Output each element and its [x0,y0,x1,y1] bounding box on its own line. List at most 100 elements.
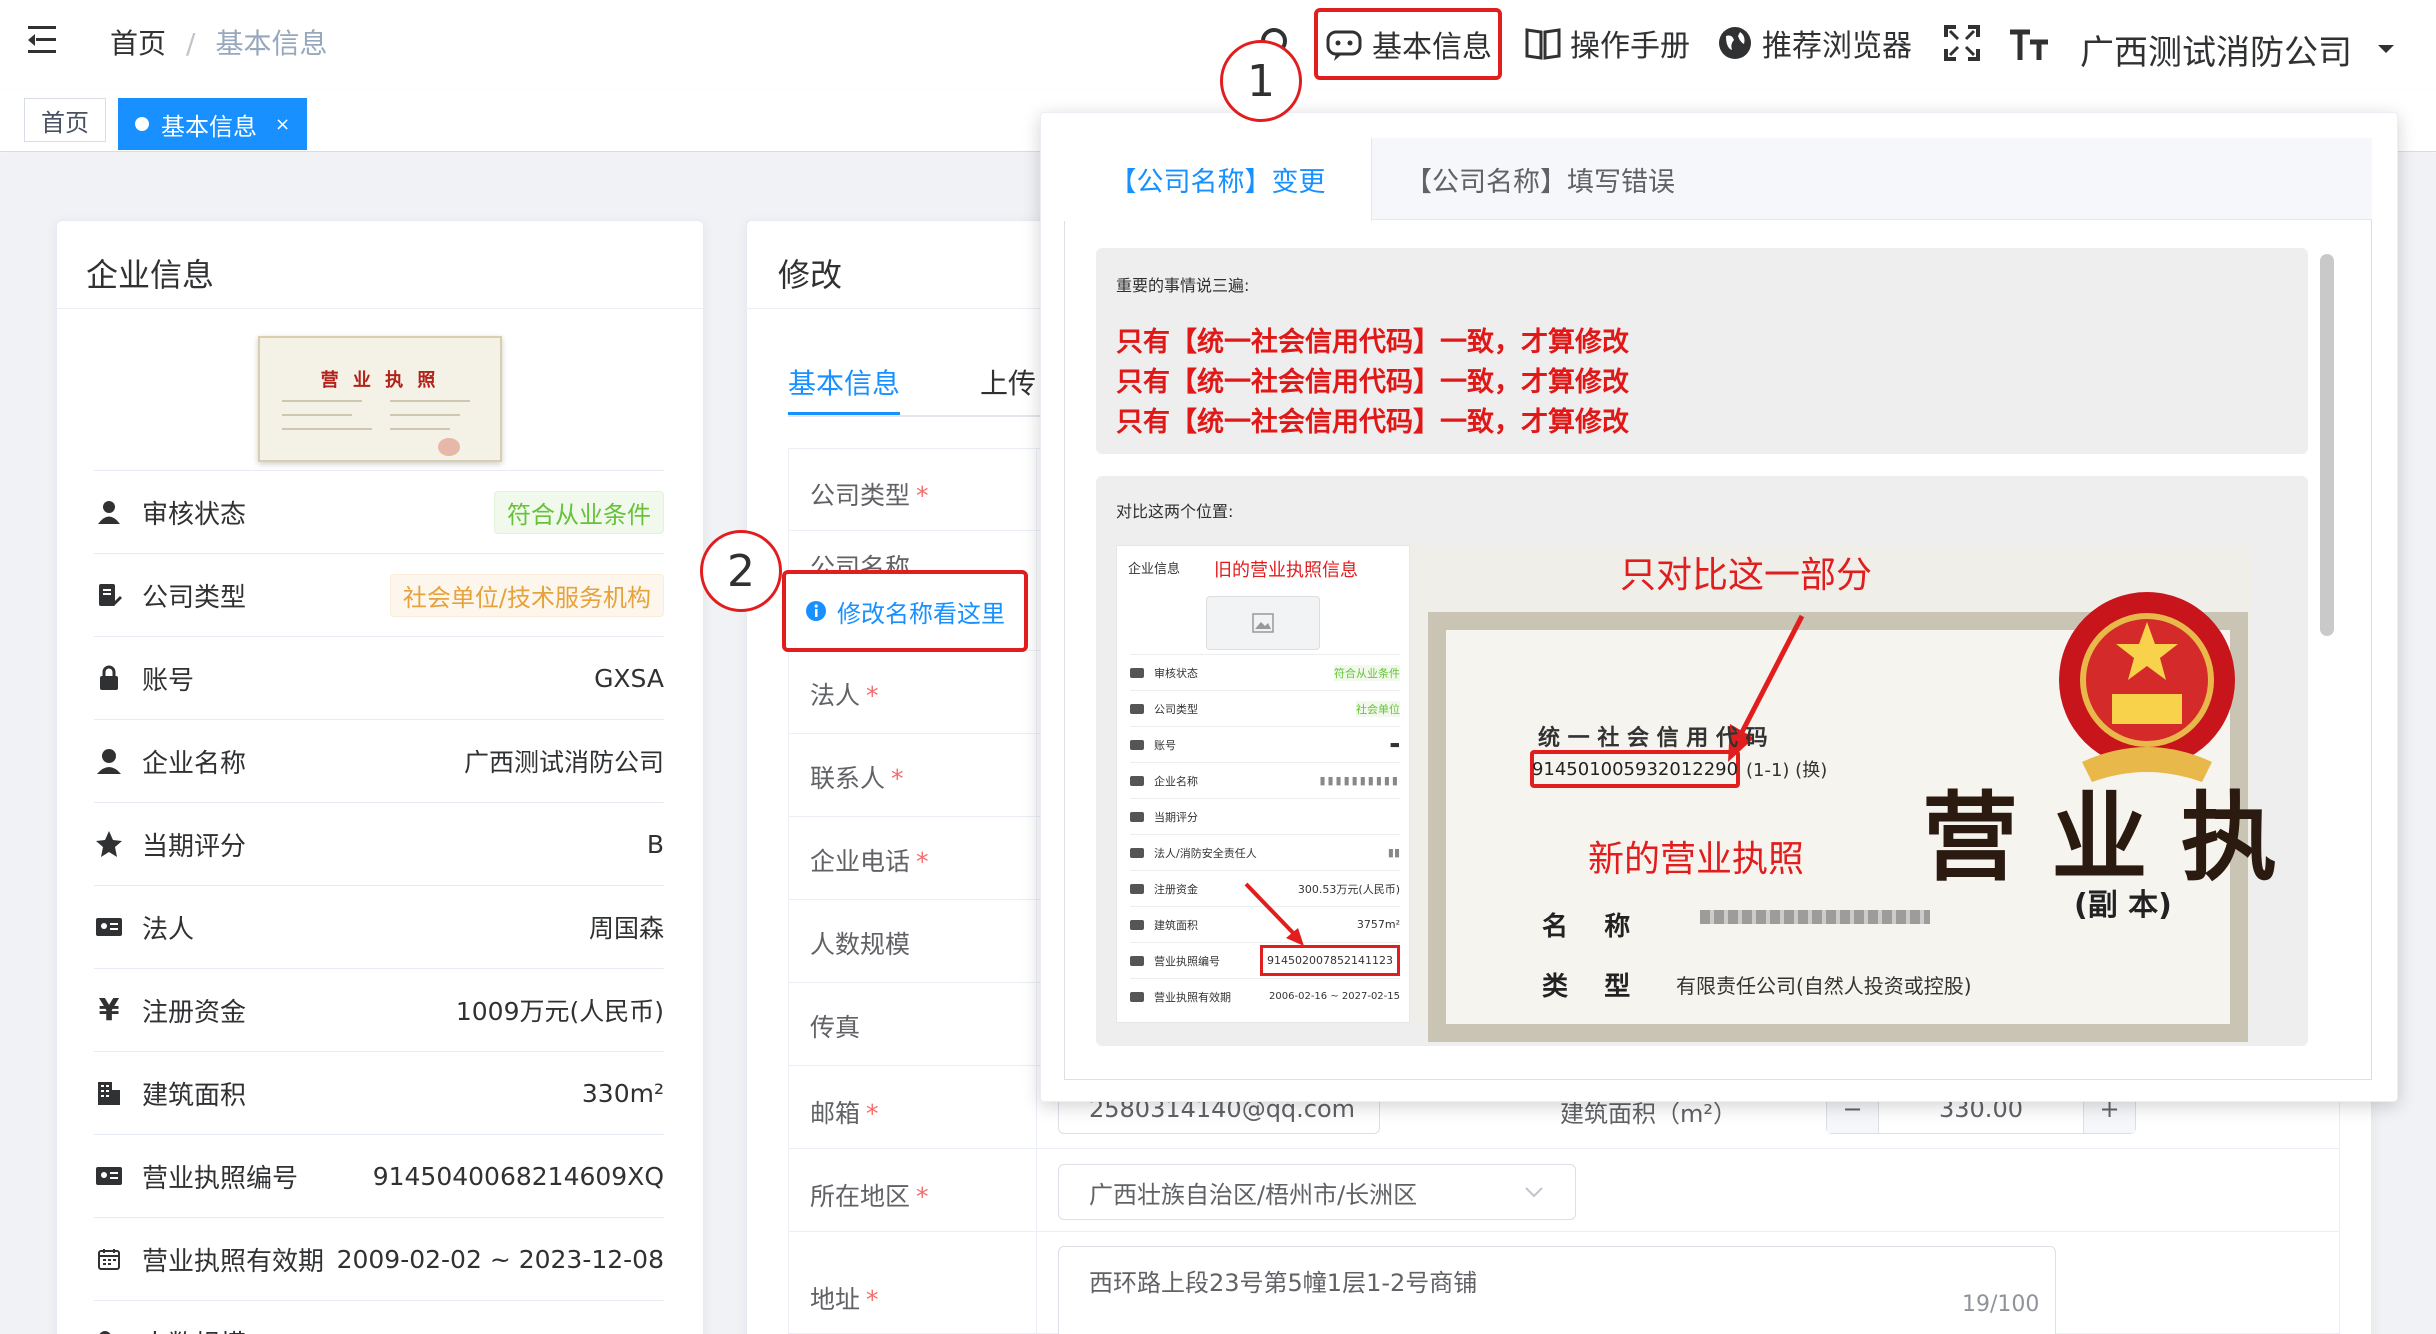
company-info-title: 企业信息 [86,256,215,294]
info-row-status: 审核状态 符合从业条件 [94,470,664,553]
rename-hint-link[interactable]: 修改名称看这里 [782,570,1028,652]
new-license-label: 新的营业执照 [1588,839,1805,880]
mini-row: 公司类型 社会单位 [1130,690,1400,726]
notice-title: 重要的事情说三遍: [1116,276,1250,295]
mini-row: 法人/消防安全责任人 ▮▮ [1130,834,1400,870]
document-edit-icon [94,580,124,610]
notice-line: 只有【统一社会信用代码】一致，才算修改 [1116,367,1629,398]
hamburger-menu-icon[interactable] [22,20,62,60]
info-value: 广西测试消防公司 [463,748,664,777]
user-icon [94,497,124,527]
notice-line: 只有【统一社会信用代码】一致，才算修改 [1116,327,1629,358]
people-icon [94,1327,124,1334]
info-row-account: 账号 GXSA [94,636,664,719]
cert-code-suffix: (1-1) (换) [1746,760,1828,781]
status-badge: 符合从业条件 [494,490,664,534]
tag-home[interactable]: 首页 [24,98,106,142]
manual-button[interactable]: 操作手册 [1524,16,1690,70]
info-label: 法人 [142,914,195,945]
cert-copy: (副 本) [2074,888,2172,923]
manual-label: 操作手册 [1570,29,1690,64]
fullscreen-icon[interactable] [1942,16,1982,70]
cert-big-title: 营 业 执 [1922,781,2277,894]
field-region: 所在地区 * [810,1182,929,1211]
info-row-capital: ¥ 注册资金 1009万元(人民币) [94,968,664,1051]
info-value: 9145040068214609XQ [372,1161,664,1191]
lock-icon [94,663,124,693]
person-icon [94,746,124,776]
info-row-type: 公司类型 社会单位/技术服务机构 [94,553,664,636]
tab-basic-info[interactable]: 基本信息 [788,362,900,402]
breadcrumb-separator: / [186,27,196,60]
breadcrumb-home[interactable]: 首页 [110,27,166,60]
field-scale: 人数规模 [810,930,911,959]
cert-type-value: 有限责任公司(自然人投资或控股) [1676,974,1972,998]
compare-title: 对比这两个位置: [1116,502,1234,521]
region-select[interactable]: 广西壮族自治区/梧州市/长洲区 [1058,1164,1576,1220]
info-label: 建筑面积 [142,1080,247,1111]
tab-upload[interactable]: 上传 [980,362,1036,402]
info-label: 注册资金 [142,997,247,1028]
cert-code: 914501005932012290 [1530,750,1740,788]
id-card-icon [94,912,124,942]
mini-row: 审核状态 符合从业条件 [1130,654,1400,690]
info-label: 审核状态 [142,499,247,530]
field-address: 地址 * [810,1285,879,1314]
basic-info-button[interactable]: 基本信息 [1314,8,1502,80]
field-phone: 企业电话 * [810,847,929,876]
info-icon [806,601,826,621]
mini-row: 企业名称 ▮▮▮▮▮▮▮▮▮▮ [1130,762,1400,798]
info-label: 营业执照有效期 [142,1246,325,1277]
help-tab-error[interactable]: 【公司名称】填写错误 [1380,138,1700,220]
info-value: - [655,1328,664,1334]
help-tab-change[interactable]: 【公司名称】变更 [1064,138,1372,221]
basic-info-label: 基本信息 [1372,30,1492,65]
breadcrumb: 首页 / 基本信息 [110,22,327,62]
mini-row: 账号 ▬ [1130,726,1400,762]
info-label: 当期评分 [142,831,247,862]
breadcrumb-current: 基本信息 [215,27,328,60]
info-label: 公司类型 [142,582,247,613]
browser-button[interactable]: 推荐浏览器 [1716,16,1912,70]
info-label: 营业执照编号 [142,1163,299,1194]
chevron-down-icon [1525,1187,1543,1198]
close-icon[interactable]: × [275,114,290,135]
font-size-icon[interactable] [2008,16,2050,70]
license-thumb-title: 营 业 执 照 [320,370,440,391]
info-value: 330m² [581,1078,664,1108]
robot-chat-icon [1326,30,1362,61]
info-value: B [646,829,664,859]
info-label: 企业名称 [142,748,247,779]
company-dropdown[interactable]: 广西测试消防公司 [2080,22,2398,76]
field-legal: 法人 * [810,681,879,710]
company-name: 广西测试消防公司 [2080,32,2352,73]
field-contact: 联系人 * [810,764,904,793]
book-icon [1525,28,1561,60]
info-row-scale: 人数规模 - [94,1300,664,1334]
navbar [0,0,2436,90]
calendar-icon [94,1244,124,1274]
address-textarea[interactable]: 西环路上段23号第5幢1层1-2号商铺 [1058,1246,2056,1334]
rename-hint-text: 修改名称看这里 [837,599,1005,628]
compare-only-label: 只对比这一部分 [1620,555,1873,596]
star-icon [94,829,124,859]
globe-icon [1719,27,1751,59]
annotation-two: 2 [700,530,782,612]
notice-line: 只有【统一社会信用代码】一致，才算修改 [1116,407,1629,438]
field-email: 邮箱 * [810,1099,879,1128]
cert-type-label: 类 型 [1542,972,1631,1002]
cert-name-label: 名 称 [1542,912,1631,942]
tag-basic-info[interactable]: 基本信息 × [118,98,308,150]
info-row-validity: 营业执照有效期 2009-02-02 ~ 2023-12-08 [94,1217,664,1300]
annotation-one: 1 [1220,40,1302,122]
license-card-icon [94,1161,124,1191]
field-fax: 传真 [810,1013,861,1042]
license-thumbnail[interactable]: 营 业 执 照 [258,336,502,462]
popover-scroll-thumb[interactable] [2320,254,2334,636]
info-label: 账号 [142,665,195,696]
info-row-legal: 法人 周国森 [94,885,664,968]
edit-card-title: 修改 [778,256,843,294]
building-icon [94,1078,124,1108]
info-value: 1009万元(人民币) [455,997,664,1026]
cert-name-blurred [1700,910,1930,924]
